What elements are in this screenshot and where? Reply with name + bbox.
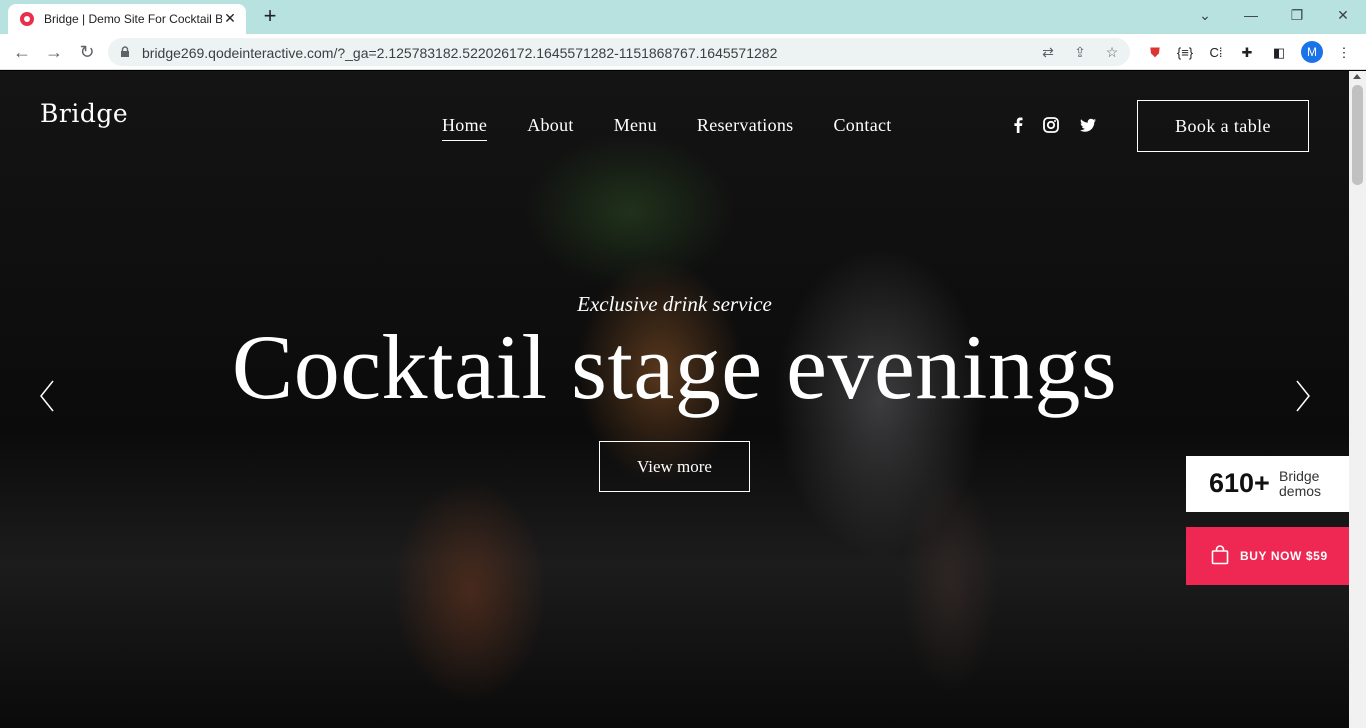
buy-now-label: BUY NOW $59 [1240, 549, 1328, 563]
view-more-button[interactable]: View more [599, 441, 750, 492]
instagram-icon[interactable] [1042, 116, 1060, 134]
lock-icon [121, 46, 129, 57]
browser-menu-icon[interactable]: ⋮ [1334, 43, 1354, 63]
nav-home[interactable]: Home [442, 115, 488, 141]
profile-avatar[interactable]: M [1301, 41, 1323, 63]
scrollbar-thumb[interactable] [1352, 85, 1363, 185]
slider-prev-arrow-icon[interactable] [38, 379, 58, 413]
reload-icon[interactable]: ↻ [75, 40, 99, 64]
facebook-icon[interactable] [1009, 116, 1027, 134]
demos-count-badge[interactable]: 610+ Bridge demos [1186, 456, 1349, 512]
hero-subtitle: Exclusive drink service [577, 292, 772, 316]
demos-label-line-2: demos [1279, 483, 1322, 499]
close-tab-icon[interactable]: ✕ [222, 10, 238, 26]
demos-label-line-1: Bridge [1279, 468, 1320, 484]
twitter-icon[interactable] [1079, 116, 1097, 134]
extensions-puzzle-icon[interactable]: ✚ [1237, 43, 1257, 63]
extension-json-icon[interactable]: {≡} [1175, 43, 1195, 63]
nav-about[interactable]: About [527, 115, 574, 141]
scroll-up-arrow-icon[interactable] [1353, 74, 1361, 79]
buy-now-button[interactable]: BUY NOW $59 [1186, 527, 1349, 585]
nav-reservations[interactable]: Reservations [697, 115, 794, 141]
main-navigation: Home About Menu Reservations Contact [442, 115, 892, 141]
nav-menu[interactable]: Menu [614, 115, 657, 141]
hero-headline: Cocktail stage evenings [231, 316, 1118, 418]
tab-search-icon[interactable]: ⌄ [1193, 4, 1217, 26]
bookmark-star-icon[interactable]: ☆ [1102, 42, 1122, 62]
shopping-bag-icon [1211, 545, 1229, 565]
restore-button[interactable]: ❐ [1285, 4, 1309, 26]
browser-tab[interactable]: Bridge | Demo Site For Cocktail B ✕ [8, 4, 246, 34]
translate-icon[interactable]: ⇄ [1038, 42, 1058, 62]
browser-toolbar: ← → ↻ bridge269.qodeinteractive.com/?_ga… [0, 34, 1366, 70]
close-window-button[interactable]: ✕ [1331, 4, 1355, 26]
address-bar[interactable]: bridge269.qodeinteractive.com/?_ga=2.125… [108, 38, 1130, 66]
tab-title: Bridge | Demo Site For Cocktail B [44, 12, 222, 26]
demos-count: 610+ [1209, 468, 1270, 498]
slider-next-arrow-icon[interactable] [1292, 379, 1312, 413]
url-text: bridge269.qodeinteractive.com/?_ga=2.125… [142, 45, 778, 61]
demos-label: Bridge demos [1279, 469, 1321, 499]
share-icon[interactable]: ⇪ [1070, 42, 1090, 62]
nav-contact[interactable]: Contact [834, 115, 892, 141]
page-scrollbar[interactable] [1349, 71, 1366, 728]
site-favicon-icon [20, 12, 34, 26]
extension-shield-icon[interactable]: ⛊ [1145, 43, 1165, 63]
extension-c-icon[interactable]: C⁞ [1206, 43, 1226, 63]
book-a-table-button[interactable]: Book a table [1137, 100, 1309, 152]
side-panel-icon[interactable]: ◧ [1269, 43, 1289, 63]
hero-section: Bridge Home About Menu Reservations Cont… [0, 71, 1349, 728]
new-tab-button[interactable]: + [258, 5, 282, 29]
site-logo[interactable]: Bridge [40, 99, 128, 128]
browser-tab-bar: Bridge | Demo Site For Cocktail B ✕ + ⌄ … [0, 0, 1366, 34]
back-arrow-icon[interactable]: ← [10, 40, 34, 64]
forward-arrow-icon[interactable]: → [42, 40, 66, 64]
minimize-button[interactable]: — [1239, 4, 1263, 26]
